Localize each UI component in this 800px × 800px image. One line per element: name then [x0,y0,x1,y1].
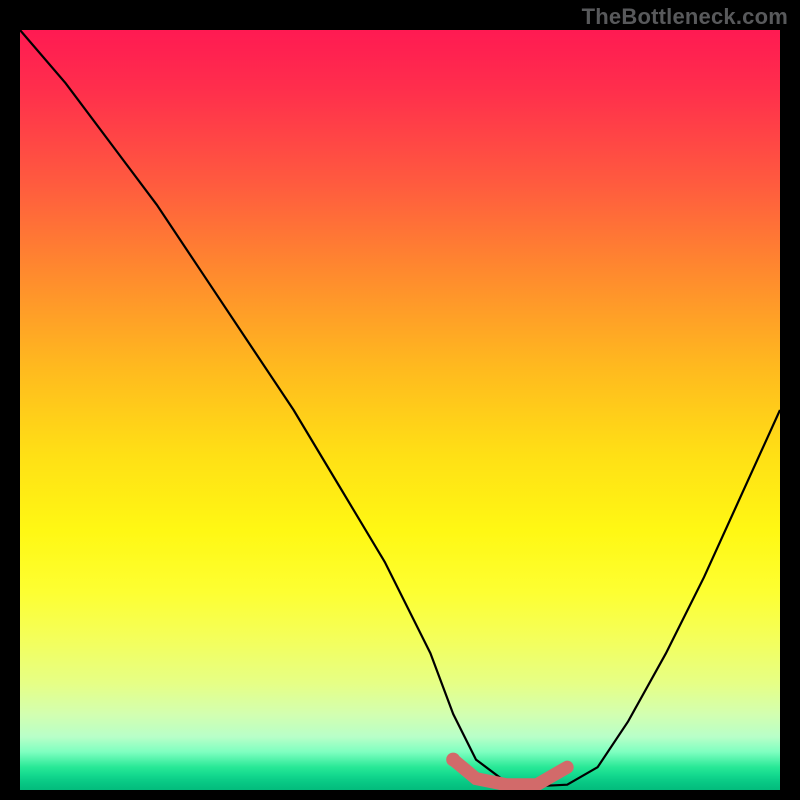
curve-layer [20,30,780,790]
watermark-text: TheBottleneck.com [582,4,788,30]
bottleneck-curve [20,30,780,786]
chart-frame: TheBottleneck.com [0,0,800,800]
plot-area [20,30,780,790]
highlight-dot [446,753,460,767]
highlight-segment [453,760,567,785]
